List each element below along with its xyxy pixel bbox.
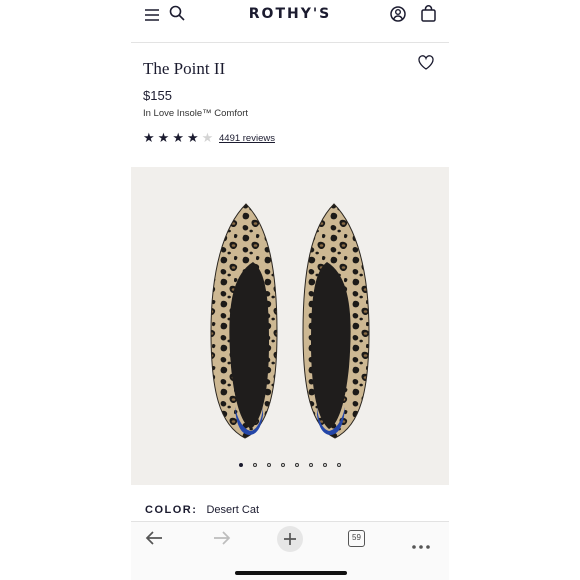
gallery-dot[interactable] [337,463,341,467]
gallery-dot[interactable] [309,463,313,467]
gallery-pagination [131,463,449,467]
tab-count-button[interactable]: 59 [348,530,365,547]
left-shoe [210,203,278,439]
product-feature: In Love Insole™ Comfort [143,108,249,119]
star-icon: ★ [186,130,199,145]
forward-arrow-icon[interactable] [213,530,231,551]
color-label: COLOR: [145,504,198,516]
color-selection: COLOR: Desert Cat [145,504,259,516]
gallery-dot[interactable] [295,463,299,467]
new-tab-button[interactable] [277,526,303,552]
star-icon: ★ [172,130,184,145]
favorite-heart-icon[interactable] [418,55,434,75]
gallery-dot[interactable] [323,463,327,467]
gallery-dot[interactable] [267,463,271,467]
gallery-dot[interactable] [253,463,257,467]
rating-stars: ★ ★ ★ ★ ★ [143,131,213,145]
site-header: ROTHY'S [131,0,449,43]
gallery-dot[interactable] [239,463,243,467]
phone-screen: ROTHY'S The Point II $155 In Love Insole… [131,0,449,580]
shopping-bag-icon[interactable] [421,5,436,27]
plus-icon [284,533,296,545]
account-icon[interactable] [390,6,406,27]
browser-toolbar: 59 [131,521,449,580]
product-title: The Point II [143,59,226,78]
star-empty-icon: ★ [201,130,214,145]
reviews-link[interactable]: 4491 reviews [219,133,275,144]
star-icon: ★ [157,130,170,145]
star-icon: ★ [143,130,155,145]
product-price: $155 [143,88,172,103]
gallery-dot[interactable] [281,463,285,467]
more-options-icon[interactable] [412,536,430,554]
home-indicator [235,571,347,575]
back-arrow-icon[interactable] [145,530,163,551]
product-image-gallery[interactable] [131,167,449,485]
right-shoe [302,203,370,439]
color-value: Desert Cat [206,504,260,516]
leopard-flats-image [210,203,370,439]
